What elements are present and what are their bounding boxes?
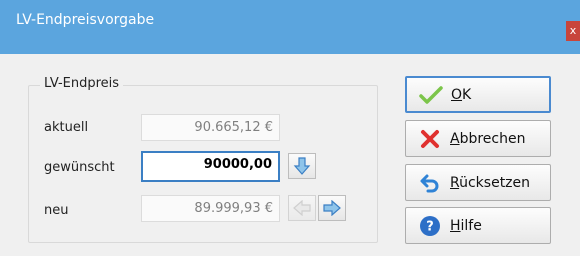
gewuenscht-input[interactable]: 90000,00 bbox=[141, 151, 280, 182]
checkmark-icon bbox=[419, 83, 443, 107]
cancel-label: Abbrechen bbox=[450, 130, 526, 147]
neu-field: 89.999,93 € bbox=[141, 195, 280, 222]
cancel-x-icon bbox=[418, 127, 442, 151]
window-title: LV-Endpreisvorgabe bbox=[16, 12, 155, 28]
dialog-content: LV-Endpreis aktuell 90.665,12 € gewünsch… bbox=[0, 54, 580, 256]
label-aktuell: aktuell bbox=[44, 120, 89, 135]
move-left-button[interactable] bbox=[288, 195, 316, 221]
cancel-button[interactable]: Abbrechen bbox=[405, 120, 551, 157]
close-button[interactable]: x bbox=[566, 21, 580, 41]
label-gewuenscht: gewünscht bbox=[44, 160, 115, 175]
reset-label: Rücksetzen bbox=[450, 174, 531, 191]
ok-button[interactable]: OK bbox=[405, 76, 551, 113]
help-button[interactable]: ? Hilfe bbox=[405, 207, 551, 244]
label-neu: neu bbox=[44, 203, 69, 218]
ok-label: OK bbox=[451, 86, 472, 103]
dialog-window: LV-Endpreisvorgabe x LV-Endpreis aktuell… bbox=[0, 0, 580, 256]
undo-arrow-icon bbox=[418, 171, 442, 195]
arrow-down-icon bbox=[293, 157, 311, 175]
reset-button[interactable]: Rücksetzen bbox=[405, 164, 551, 201]
help-label: Hilfe bbox=[450, 217, 482, 234]
arrow-right-icon bbox=[323, 200, 341, 216]
apply-down-button[interactable] bbox=[288, 153, 316, 179]
move-right-button[interactable] bbox=[318, 195, 346, 221]
aktuell-field: 90.665,12 € bbox=[141, 114, 280, 141]
group-label: LV-Endpreis bbox=[40, 76, 124, 91]
arrow-left-icon bbox=[293, 200, 311, 216]
help-icon: ? bbox=[418, 214, 442, 238]
title-bar[interactable]: LV-Endpreisvorgabe x bbox=[0, 0, 580, 54]
svg-text:?: ? bbox=[426, 219, 434, 234]
